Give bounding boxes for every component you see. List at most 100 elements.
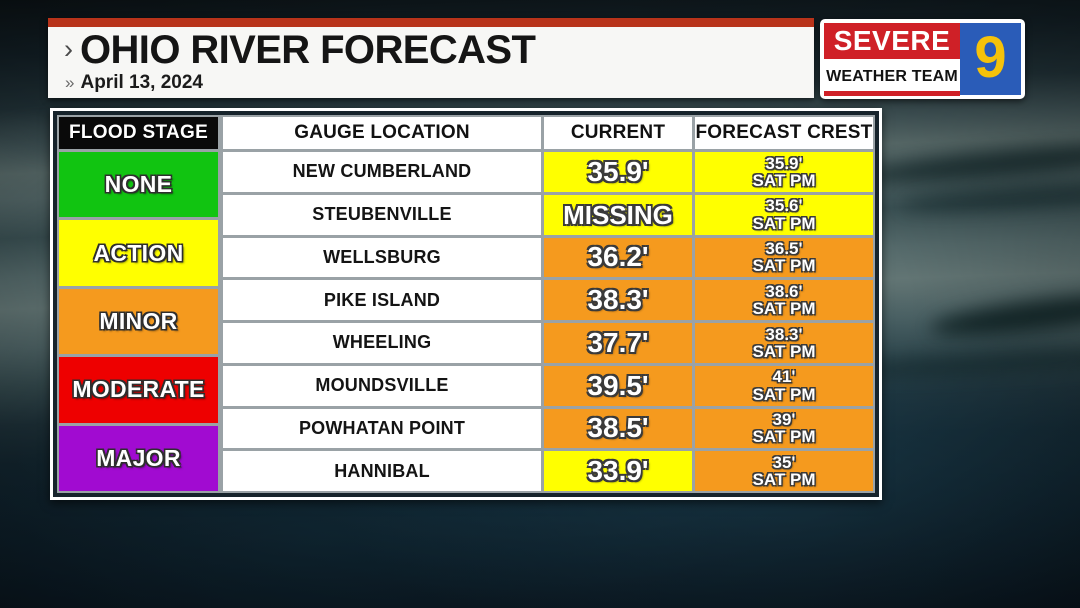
current-level-cell: 38.5' [544,408,692,449]
forecast-crest-time: SAT PM [752,427,816,447]
forecast-crest-time: SAT PM [752,470,816,490]
current-level-value: 37.7' [587,326,649,358]
water-streak [859,136,1080,190]
current-header: CURRENT [544,117,692,149]
forecast-crest-time: SAT PM [752,341,816,361]
table-rows-host: NEW CUMBERLAND 35.9' 35.9' SAT PM STEUBENVIL… [220,152,873,491]
gauge-location-value: NEW CUMBERLAND [292,161,472,182]
legend-label: NONE [104,171,173,198]
forecast-crest-cell: 35.6' SAT PM [695,194,873,235]
chevron-right-icon: › [64,33,73,64]
forecast-crest-value: 35.6' [765,196,803,216]
current-level-cell: 39.5' [544,365,692,406]
forecast-grid: FLOOD STAGE NONE ACTION MINOR MODERATE M… [57,115,875,493]
legend-label: MODERATE [72,376,205,403]
forecast-crest-time: SAT PM [752,384,816,404]
legend-item-action: ACTION [59,220,218,286]
current-header-label: CURRENT [570,122,666,143]
table-row: WELLSBURG 36.2' 36.5' SAT PM [220,237,873,278]
forecast-crest-value: 38.6' [765,281,803,301]
gauge-location-value: PIKE ISLAND [323,289,441,310]
forecast-crest-cell: 35.9' SAT PM [695,152,873,192]
legend-item-minor: MINOR [59,288,218,355]
gauge-location-value: WHEELING [332,332,432,353]
gauge-location-header-label: GAUGE LOCATION [294,122,470,143]
current-level-cell: 36.2' [544,237,692,278]
current-level-cell: 35.9' [544,152,692,192]
forecast-table-panel: FLOOD STAGE NONE ACTION MINOR MODERATE M… [50,108,882,500]
gauge-location-value: WELLSBURG [323,246,441,267]
current-level-cell: 33.9' [544,451,692,491]
gauge-location-value: POWHATAN POINT [298,417,466,438]
forecast-crest-header: FORECAST CREST [695,117,873,149]
logo-severe-band: SEVERE [824,23,960,59]
gauge-location-cell: STEUBENVILLE [223,194,541,235]
forecast-crest-cell: 41' SAT PM [695,365,873,406]
title-bar: › OHIO RIVER FORECAST » April 13, 2024 [48,18,814,98]
legend-item-moderate: MODERATE [59,357,218,423]
current-level-value: 36.2' [587,241,649,273]
forecast-crest-value: 35' [772,452,796,472]
forecast-data-columns: GAUGE LOCATION CURRENT FORECAST CREST NE… [220,115,875,493]
forecast-crest-time: SAT PM [752,299,816,319]
forecast-crest-value: 38.3' [765,324,803,344]
current-level-value: 38.3' [587,284,649,316]
table-row: STEUBENVILLE MISSING 35.6' SAT PM [220,194,873,235]
current-level-cell: 37.7' [544,323,692,363]
current-level-cell: 38.3' [544,280,692,320]
gauge-location-value: STEUBENVILLE [312,204,452,225]
table-row: MOUNDSVILLE 39.5' 41' SAT PM [220,365,873,406]
table-row: WHEELING 37.7' 38.3' SAT PM [220,323,873,363]
logo-channel-block: 9 [960,23,1021,95]
water-streak [928,286,1080,344]
legend-label: MAJOR [96,444,181,471]
legend-item-none: NONE [59,152,218,218]
current-level-cell: MISSING [544,194,692,235]
table-row: PIKE ISLAND 38.3' 38.6' SAT PM [220,280,873,320]
gauge-location-cell: POWHATAN POINT [223,408,541,449]
gauge-location-cell: PIKE ISLAND [223,280,541,320]
logo-severe-text: SEVERE [833,25,951,56]
date-row: » April 13, 2024 [65,73,203,92]
table-row: NEW CUMBERLAND 35.9' 35.9' SAT PM [220,152,873,192]
forecast-crest-cell: 38.3' SAT PM [695,323,873,363]
gauge-location-cell: HANNIBAL [223,451,541,491]
gauge-location-value: HANNIBAL [334,460,430,481]
water-streak [899,176,1080,216]
forecast-crest-time: SAT PM [752,170,816,190]
forecast-crest-time: SAT PM [752,256,816,276]
page-title: OHIO RIVER FORECAST [80,28,536,72]
station-logo: SEVERE WEATHER TEAM 9 [820,19,1025,99]
logo-bottom-bar [824,91,960,96]
current-level-value: MISSING [563,199,673,230]
gauge-location-cell: MOUNDSVILLE [223,365,541,406]
forecast-crest-cell: 38.6' SAT PM [695,280,873,320]
double-chevron-right-icon: » [65,73,75,92]
gauge-location-cell: WELLSBURG [223,237,541,278]
forecast-crest-value: 39' [772,410,796,430]
forecast-crest-cell: 39' SAT PM [695,408,873,449]
forecast-crest-cell: 36.5' SAT PM [695,237,873,278]
current-level-value: 35.9' [587,155,649,187]
logo-text-column: SEVERE WEATHER TEAM [824,23,960,95]
table-header-row: GAUGE LOCATION CURRENT FORECAST CREST [220,117,873,149]
table-row: POWHATAN POINT 38.5' 39' SAT PM [220,408,873,449]
table-row: HANNIBAL 33.9' 35' SAT PM [220,451,873,491]
forecast-crest-value: 35.9' [765,153,803,173]
title-row: › OHIO RIVER FORECAST [64,28,536,72]
forecast-crest-value: 36.5' [765,239,803,259]
logo-weather-team-band: WEATHER TEAM [824,59,960,95]
gauge-location-cell: WHEELING [223,323,541,363]
legend-label: ACTION [93,239,184,266]
current-level-value: 33.9' [587,455,649,487]
forecast-date: April 13, 2024 [80,72,203,93]
flood-stage-legend-column: FLOOD STAGE NONE ACTION MINOR MODERATE M… [57,115,220,493]
current-level-value: 38.5' [587,412,649,444]
gauge-location-cell: NEW CUMBERLAND [223,152,541,192]
current-level-value: 39.5' [587,369,649,401]
legend-item-major: MAJOR [59,425,218,492]
flood-stage-header-label: FLOOD STAGE [68,122,209,143]
forecast-crest-value: 41' [772,367,796,387]
broadcast-graphic: › OHIO RIVER FORECAST » April 13, 2024 S… [0,0,1080,608]
logo-weather-team-text: WEATHER TEAM [826,68,958,85]
